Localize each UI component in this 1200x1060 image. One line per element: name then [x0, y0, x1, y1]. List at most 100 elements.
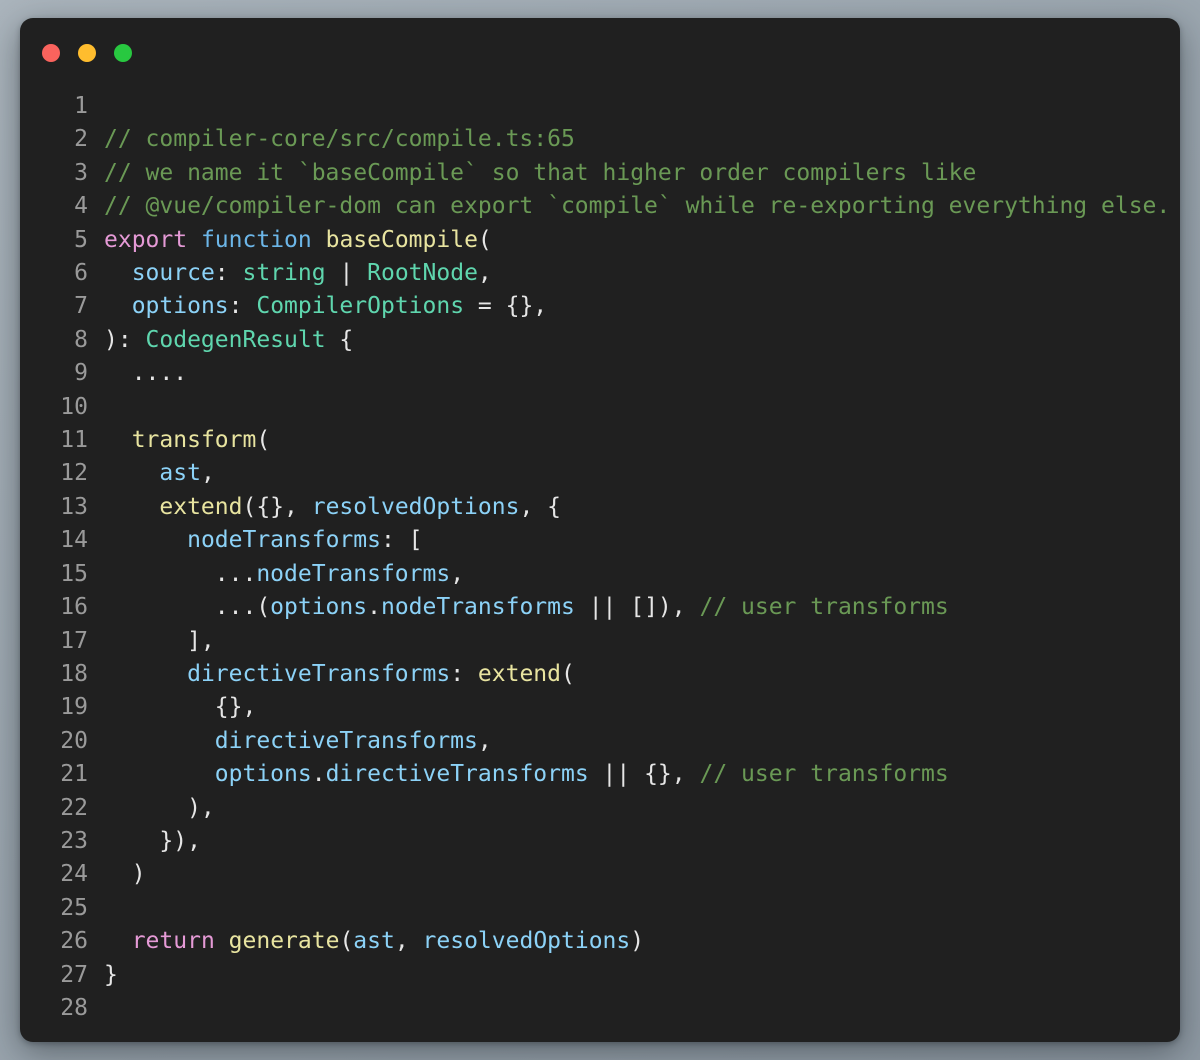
code-line[interactable]: 3 // we name it `baseCompile` so that hig… — [20, 157, 1180, 190]
code-token: ) — [630, 928, 645, 955]
code-token: || {}, — [588, 761, 700, 788]
code-token: resolvedOptions — [422, 928, 631, 955]
code-line[interactable]: 23 }), — [20, 825, 1180, 858]
line-content[interactable]: // compiler-core/src/compile.ts:65 — [104, 123, 1180, 156]
code-line[interactable]: 10 — [20, 391, 1180, 424]
close-button[interactable] — [42, 44, 60, 62]
code-token: nodeTransforms — [256, 560, 451, 587]
code-token: : — [450, 660, 478, 687]
line-content[interactable]: export function baseCompile( — [104, 224, 1180, 257]
line-content[interactable]: transform( — [104, 424, 1180, 457]
line-content[interactable] — [104, 391, 1180, 424]
line-content[interactable]: return generate(ast, resolvedOptions) — [104, 925, 1180, 958]
maximize-button[interactable] — [114, 44, 132, 62]
code-token: { — [325, 326, 354, 353]
line-content[interactable]: // we name it `baseCompile` so that high… — [104, 157, 1180, 190]
code-token: baseCompile — [325, 226, 478, 253]
line-content[interactable]: directiveTransforms, — [104, 725, 1180, 758]
screenshot-stage: 1 2 // compiler-core/src/compile.ts:65 3 //… — [0, 0, 1200, 1060]
code-line[interactable]: 22 ), — [20, 792, 1180, 825]
code-line[interactable]: 4 // @vue/compiler-dom can export `compil… — [20, 190, 1180, 223]
line-number: 5 — [74, 226, 88, 253]
line-number: 18 — [60, 660, 88, 687]
code-line[interactable]: 2 // compiler-core/src/compile.ts:65 — [20, 123, 1180, 156]
code-line[interactable]: 13 extend({}, resolvedOptions, { — [20, 491, 1180, 524]
code-line[interactable]: 8 ): CodegenResult { — [20, 324, 1180, 357]
line-content[interactable]: extend({}, resolvedOptions, { — [104, 491, 1180, 524]
code-token: transform — [131, 427, 257, 454]
code-line[interactable]: 7 options: CompilerOptions = {}, — [20, 290, 1180, 323]
line-content[interactable]: {}, — [104, 691, 1180, 724]
line-content[interactable]: ast, — [104, 457, 1180, 490]
line-content[interactable]: } — [104, 959, 1180, 992]
line-content[interactable]: options.directiveTransforms || {}, // us… — [104, 758, 1180, 791]
code-line[interactable]: 5 export function baseCompile( — [20, 224, 1180, 257]
code-line[interactable]: 15 ...nodeTransforms, — [20, 558, 1180, 591]
code-line[interactable]: 6 source: string | RootNode, — [20, 257, 1180, 290]
line-number: 10 — [60, 393, 88, 420]
code-token: ], — [104, 627, 215, 654]
line-content[interactable] — [104, 90, 1180, 123]
code-token: ) — [104, 861, 146, 888]
code-token: . — [367, 594, 381, 621]
code-token: CodegenResult — [145, 326, 326, 353]
code-token: generate — [228, 928, 340, 955]
line-content[interactable]: nodeTransforms: [ — [104, 524, 1180, 557]
code-token: , — [477, 727, 492, 754]
code-token: : — [214, 260, 243, 287]
line-content[interactable]: ], — [104, 625, 1180, 658]
line-content[interactable]: ): CodegenResult { — [104, 324, 1180, 357]
code-line[interactable]: 11 transform( — [20, 424, 1180, 457]
line-number: 8 — [74, 326, 88, 353]
code-line[interactable]: 25 — [20, 892, 1180, 925]
code-line[interactable]: 9 .... — [20, 357, 1180, 390]
code-line[interactable]: 27} — [20, 959, 1180, 992]
code-line[interactable]: 28 — [20, 992, 1180, 1025]
code-token: extend — [477, 660, 561, 687]
line-number: 4 — [74, 193, 88, 220]
code-editor[interactable]: 1 2 // compiler-core/src/compile.ts:65 3 //… — [20, 90, 1180, 1025]
line-content[interactable]: // @vue/compiler-dom can export `compile… — [104, 190, 1180, 223]
code-token: } — [104, 961, 118, 988]
line-content[interactable]: source: string | RootNode, — [104, 257, 1180, 290]
line-content[interactable]: ), — [104, 792, 1180, 825]
code-line[interactable]: 19 {}, — [20, 691, 1180, 724]
code-line[interactable]: 1 — [20, 90, 1180, 123]
line-content[interactable]: }), — [104, 825, 1180, 858]
line-number: 23 — [60, 827, 88, 854]
line-content[interactable] — [104, 992, 1180, 1025]
code-lines-body: 1 2 // compiler-core/src/compile.ts:65 3 //… — [20, 90, 1180, 1025]
code-token: , — [394, 928, 423, 955]
line-number: 20 — [60, 727, 88, 754]
code-token: | — [325, 260, 368, 287]
line-content[interactable]: ...nodeTransforms, — [104, 558, 1180, 591]
code-line[interactable]: 24 ) — [20, 858, 1180, 891]
line-content[interactable]: directiveTransforms: extend( — [104, 658, 1180, 691]
code-line[interactable]: 17 ], — [20, 625, 1180, 658]
code-token: options — [131, 293, 229, 320]
line-content[interactable]: ...(options.nodeTransforms || []), // us… — [104, 591, 1180, 624]
code-token: directiveTransforms — [325, 761, 589, 788]
code-token: string — [242, 260, 326, 287]
code-token: CompilerOptions — [256, 293, 465, 320]
line-content[interactable]: ) — [104, 858, 1180, 891]
minimize-button[interactable] — [78, 44, 96, 62]
code-line[interactable]: 12 ast, — [20, 457, 1180, 490]
line-content[interactable]: options: CompilerOptions = {}, — [104, 290, 1180, 323]
code-line[interactable]: 14 nodeTransforms: [ — [20, 524, 1180, 557]
code-token: , — [450, 560, 465, 587]
line-content[interactable] — [104, 892, 1180, 925]
code-line[interactable]: 16 ...(options.nodeTransforms || []), //… — [20, 591, 1180, 624]
code-line[interactable]: 20 directiveTransforms, — [20, 725, 1180, 758]
code-token: // @vue/compiler-dom can export `compile… — [104, 193, 1171, 220]
code-line[interactable]: 18 directiveTransforms: extend( — [20, 658, 1180, 691]
code-line[interactable]: 21 options.directiveTransforms || {}, //… — [20, 758, 1180, 791]
line-content[interactable]: .... — [104, 357, 1180, 390]
code-line[interactable]: 26 return generate(ast, resolvedOptions) — [20, 925, 1180, 958]
